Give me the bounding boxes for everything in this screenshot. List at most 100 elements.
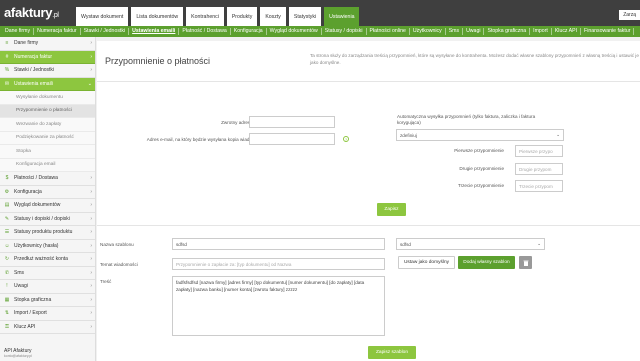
sidebar-item-label: Uwagi [14,283,28,290]
przedluz-waznosc-konta-icon: ↻ [4,256,10,263]
sidebar-item-ustawienia-emaili[interactable]: ✉ Ustawienia emaili ⌄ [0,77,95,91]
sidebar-item-uzytkownicy-hasla[interactable]: ☺ Użytkownicy (hasła) › [0,240,95,253]
subnav-item-stopka-graficzna[interactable]: Stopka graficzna [484,28,531,35]
first-reminder-input[interactable]: Pierwsze przypo [515,145,563,157]
trash-icon[interactable] [519,256,532,269]
chevron-down-icon: ⌄ [537,241,541,246]
subnav-item-finansowanie-faktur[interactable]: Finansowanie faktur [581,28,635,35]
first-reminder-label: Pierwsze przypomnienie [454,148,504,153]
subnav-item-klucz-api[interactable]: Klucz API [552,28,582,35]
sidebar-item-stopka-graficzna[interactable]: ▦ Stopka graficzna › [0,294,95,307]
chevron-right-icon: › [90,323,92,330]
template-name-input[interactable]: sdfsd [172,238,385,250]
divider [97,81,640,82]
sidebar-subitem-stopka[interactable]: Stopka [0,145,95,159]
subject-label: Temat wiadomości [100,262,138,267]
body-textarea[interactable]: fadfsfsdfsd [nazwa firmy] [adres firmy] … [172,276,385,336]
chevron-down-icon: ⌄ [556,132,560,137]
subnav-item-stawki-jednostki[interactable]: Stawki / Jednostki [81,28,130,35]
auto-send-select[interactable]: zdefiniuj ⌄ [396,129,564,141]
subnav-item-uwagi[interactable]: Uwagi [463,28,485,35]
sidebar-item-statusy-i-dopiski-dopiski[interactable]: ✎ Statusy i dopiski / dopiski › [0,213,95,226]
sms-icon: ✆ [4,269,10,276]
third-reminder-input[interactable]: Trzecie przypom [515,180,563,192]
subnav-item-sms[interactable]: Sms [446,28,464,35]
page-title: Przypomnienie o płatności [105,56,211,66]
uwagi-icon: ! [6,283,8,290]
top-bar: afaktury.pl Wystaw dokument Lista dokumen… [0,0,640,26]
import-export-icon: ⇅ [4,310,10,317]
top-nav-tab-koszty[interactable]: Koszty [260,7,286,26]
top-nav-tab-ustawienia[interactable]: Ustawienia [324,7,360,26]
sidebar-item-numeracja-faktur[interactable]: # Numeracja faktur › [0,50,95,64]
sidebar-item-statusy-produktu-produktu[interactable]: ☰ Statusy produktu produktu › [0,226,95,240]
konfiguracja-icon: ⚙ [4,188,10,195]
sidebar-item-klucz-api[interactable]: ⚿ Klucz API › [0,321,95,334]
set-default-button[interactable]: Ustaw jako domyślny [398,256,455,269]
chevron-right-icon: › [90,269,92,276]
top-nav-tab-statystyki[interactable]: Statystyki [288,7,322,26]
subnav-item-konfiguracja[interactable]: Konfiguracja [231,28,267,35]
chevron-right-icon: › [90,202,92,209]
chevron-right-icon: › [90,175,92,182]
sidebar-item-label: Statusy i dopiski / dopiski [14,215,70,222]
sidebar-item-label: Użytkownicy (hasła) [14,242,59,249]
chevron-right-icon: › [90,242,92,249]
sidebar-item-sms[interactable]: ✆ Sms › [0,267,95,280]
top-nav-tab-wystaw-dokument[interactable]: Wystaw dokument [76,7,129,26]
top-nav-tab-lista-dokumentow[interactable]: Lista dokumentów [131,7,184,26]
subnav-item-import[interactable]: Import [530,28,552,35]
subnav-item-wyglad-dokumentow[interactable]: Wygląd dokumentów [267,28,322,35]
sidebar-item-label: Sms [14,269,24,276]
sidebar-subitem-konfiguracja-email[interactable]: Konfiguracja email [0,158,95,172]
sidebar-item-label: Płatności / Dostawa [14,175,58,182]
sidebar-item-konfiguracja[interactable]: ⚙ Konfiguracja › [0,186,95,199]
sidebar-item-import-export[interactable]: ⇅ Import / Export › [0,307,95,321]
sidebar-item-label: Wygląd dokumentów [14,202,61,209]
subnav-item-platnosci-online[interactable]: Płatności online [367,28,410,35]
sidebar-item-dane-firmy[interactable]: ≡ Dane firmy › [0,37,95,51]
sidebar-footer[interactable]: API Afaktury konto@afaktury.pl [4,348,32,358]
second-reminder-input[interactable]: Drugie przypom [515,163,563,175]
add-template-button[interactable]: Dodaj własny szablon [458,256,515,269]
top-nav-tab-kontrahenci[interactable]: Kontrahenci [186,7,224,26]
sidebar-item-stawki-jednostki[interactable]: % Stawki / Jednostki › [0,64,95,78]
body-label: Treść [100,279,112,284]
chevron-right-icon: › [90,283,92,290]
chevron-right-icon: › [90,67,92,74]
subnav-item-dane-firmy[interactable]: Dane firmy [2,28,35,35]
top-nav-tab-produkty[interactable]: Produkty [226,7,258,26]
stopka-graficzna-icon: ▦ [4,296,10,303]
sidebar-subitem-podziekowanie-za-platnosc[interactable]: Podziękowanie za płatność [0,131,95,145]
chevron-right-icon: › [90,296,92,303]
sidebar-subitem-przypomnienie-o-platnosci[interactable]: Przypomnienie o płatności [0,104,95,118]
sidebar-item-label: Statusy produktu produktu [14,229,73,236]
subnav-item-ustawienia-emaili[interactable]: Ustawienia emaili [129,28,180,35]
sidebar-subitem-wysylanie-dokumentu[interactable]: Wysyłanie dokumentu [0,91,95,105]
save-button[interactable]: Zapisz [377,203,406,216]
main-panel: Przypomnienie o płatności Ta strona służ… [97,41,640,361]
sidebar-item-platnosci-dostawa[interactable]: $ Płatności / Dostawa › [0,172,95,186]
copy-email-input[interactable] [249,133,335,145]
klucz-api-icon: ⚿ [5,323,9,330]
subnav-item-statusy-dopiski[interactable]: Statusy / dopiski [322,28,367,35]
return-email-input[interactable] [249,116,335,128]
sidebar-item-label: Stopka graficzna [14,296,52,303]
sidebar-item-przedluz-waznosc-konta[interactable]: ↻ Przedłuż ważność konta › [0,253,95,267]
sidebar-item-wyglad-dokumentow[interactable]: ▤ Wygląd dokumentów › [0,199,95,213]
subnav-item-platnosc-dostawa[interactable]: Płatność / Dostawa [179,28,231,35]
user-menu[interactable]: Zarzą [619,10,640,20]
save-template-button[interactable]: Zapisz szablon [368,346,416,359]
template-select[interactable]: sdfsd ⌄ [396,238,545,250]
subject-input[interactable]: Przypomnienie o zapłacie za: [typ dokume… [172,258,385,270]
app-logo[interactable]: afaktury.pl [4,5,59,20]
sidebar-item-uwagi[interactable]: ! Uwagi › [0,280,95,294]
subnav-item-numeracja-faktur[interactable]: Numeracja faktur [34,28,81,35]
sidebar-subitem-wezwanie-do-zaplaty[interactable]: Wezwanie do zapłaty [0,118,95,132]
numeracja-faktur-icon: # [5,53,9,60]
dane-firmy-icon: ≡ [5,40,9,47]
help-icon[interactable]: ? [343,136,349,142]
statusy-produktu-produktu-icon: ☰ [4,229,10,236]
template-name-label: Nazwa szablonu [100,242,134,247]
subnav-item-uzytkownicy[interactable]: Użytkownicy [410,28,446,35]
